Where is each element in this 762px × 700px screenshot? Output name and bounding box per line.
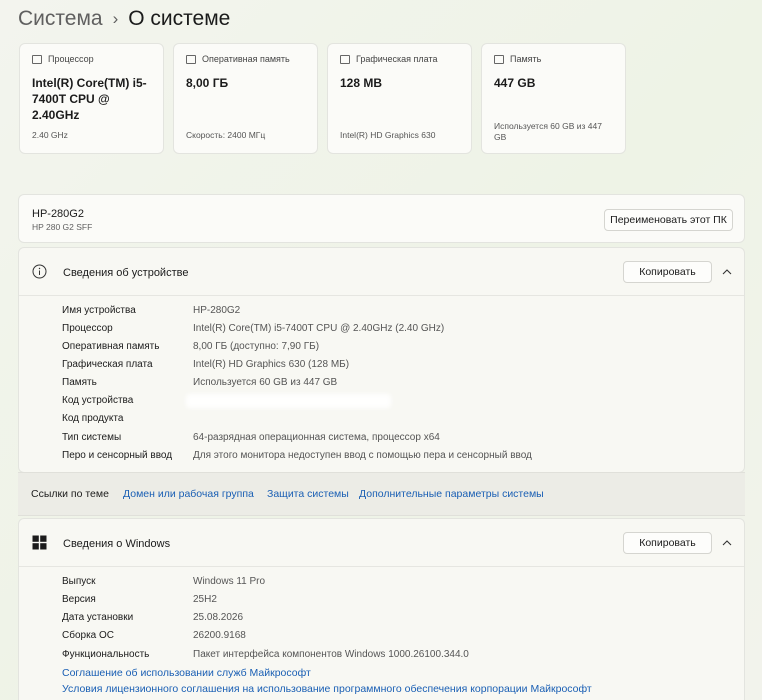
spec-label: Сборка ОС <box>62 630 115 641</box>
chevron-up-icon[interactable] <box>717 533 737 553</box>
breadcrumb: Система › О системе <box>18 4 230 34</box>
link-services-agreement[interactable]: Соглашение об использовании служб Майкро… <box>62 667 311 679</box>
spec-card-value: 447 GB <box>494 76 536 90</box>
spec-value: 26200.9168 <box>193 630 246 641</box>
spec-value: 64-разрядная операционная система, проце… <box>193 432 440 443</box>
spec-card-title: Оперативная память <box>202 54 290 64</box>
device-name-bar: HP-280G2 HP 280 G2 SFF Переименовать это… <box>18 194 745 243</box>
spec-label: Версия <box>62 594 96 605</box>
spec-label: Код продукта <box>62 413 124 424</box>
spec-card-title: Графическая плата <box>356 54 438 64</box>
gpu-icon <box>340 54 350 64</box>
spec-label: Выпуск <box>62 576 96 587</box>
spec-label: Функциональность <box>62 649 150 660</box>
spec-label: Код устройства <box>62 395 134 406</box>
spec-card-title: Процессор <box>48 54 94 64</box>
spec-value: HP-280G2 <box>193 305 241 316</box>
related-links-bar: Ссылки по теме Домен или рабочая группа … <box>18 472 745 516</box>
spec-card-sub: Скорость: 2400 МГц <box>186 130 266 140</box>
spec-label: Перо и сенсорный ввод <box>62 450 173 461</box>
device-name: HP-280G2 <box>32 208 84 220</box>
storage-icon <box>494 54 504 64</box>
spec-value: Пакет интерфейса компонентов Windows 100… <box>193 649 469 660</box>
spec-label: Тип системы <box>62 432 122 443</box>
spec-card-cpu: Процессор Intel(R) Core(TM) i5-7400T CPU… <box>19 43 164 154</box>
rename-pc-button[interactable]: Переименовать этот ПК <box>604 209 733 231</box>
spec-value: Используется 60 GB из 447 GB <box>193 377 338 388</box>
spec-value: Windows 11 Pro <box>193 576 266 587</box>
spec-label: Дата установки <box>62 612 134 623</box>
spec-value: Для этого монитора недоступен ввод с пом… <box>193 450 532 461</box>
spec-card-storage: Память 447 GB Используется 60 GB из 447 … <box>481 43 626 154</box>
spec-label: Имя устройства <box>62 305 136 316</box>
redacted-device-id <box>186 394 391 408</box>
link-advanced-system-settings[interactable]: Дополнительные параметры системы <box>359 488 544 500</box>
spec-card-ram: Оперативная память 8,00 ГБ Скорость: 240… <box>173 43 318 154</box>
spec-label: Память <box>62 377 97 388</box>
device-specs-title: Сведения об устройстве <box>63 267 189 279</box>
spec-card-sub: 2.40 GHz <box>32 130 68 140</box>
device-specs-header[interactable]: Сведения об устройстве Копировать <box>19 248 744 296</box>
link-domain-workgroup[interactable]: Домен или рабочая группа <box>123 488 254 500</box>
spec-label: Процессор <box>62 323 113 334</box>
spec-card-value: Intel(R) Core(TM) i5-7400T CPU @ 2.40GHz <box>32 76 147 122</box>
spec-card-sub: Intel(R) HD Graphics 630 <box>340 130 436 140</box>
spec-label: Оперативная память <box>62 341 160 352</box>
spec-value: Intel(R) Core(TM) i5-7400T CPU @ 2.40GHz… <box>193 323 445 334</box>
spec-card-value: 128 MB <box>340 76 383 90</box>
windows-specs-header[interactable]: Сведения о Windows Копировать <box>19 519 744 567</box>
spec-label: Графическая плата <box>62 359 153 370</box>
ram-icon <box>186 54 196 64</box>
spec-card-sub: Используется 60 GB из 447 GB <box>494 121 602 142</box>
chevron-up-icon[interactable] <box>717 262 737 282</box>
link-system-protection[interactable]: Защита системы <box>267 488 349 500</box>
windows-logo-icon <box>32 535 47 550</box>
spec-card-value: 8,00 ГБ <box>186 76 229 90</box>
page-title: О системе <box>128 7 231 30</box>
spec-value: 8,00 ГБ (доступно: 7,90 ГБ) <box>193 341 320 352</box>
info-icon <box>32 264 47 279</box>
breadcrumb-parent[interactable]: Система <box>18 7 103 31</box>
spec-card-title: Память <box>510 54 542 64</box>
copy-device-specs-button[interactable]: Копировать <box>623 261 712 283</box>
spec-value: Intel(R) HD Graphics 630 (128 МБ) <box>193 359 350 370</box>
spec-value: 25H2 <box>193 594 217 605</box>
related-links-label: Ссылки по теме <box>31 488 109 500</box>
windows-specs-title: Сведения о Windows <box>63 538 171 550</box>
link-license-terms[interactable]: Условия лицензионного соглашения на испо… <box>62 683 592 695</box>
breadcrumb-chevron-icon: › <box>112 9 119 28</box>
spec-card-gpu: Графическая плата 128 MB Intel(R) HD Gra… <box>327 43 472 154</box>
copy-windows-specs-button[interactable]: Копировать <box>623 532 712 554</box>
device-model: HP 280 G2 SFF <box>32 222 93 232</box>
spec-value: 25.08.2026 <box>193 612 244 623</box>
cpu-icon <box>32 54 42 64</box>
